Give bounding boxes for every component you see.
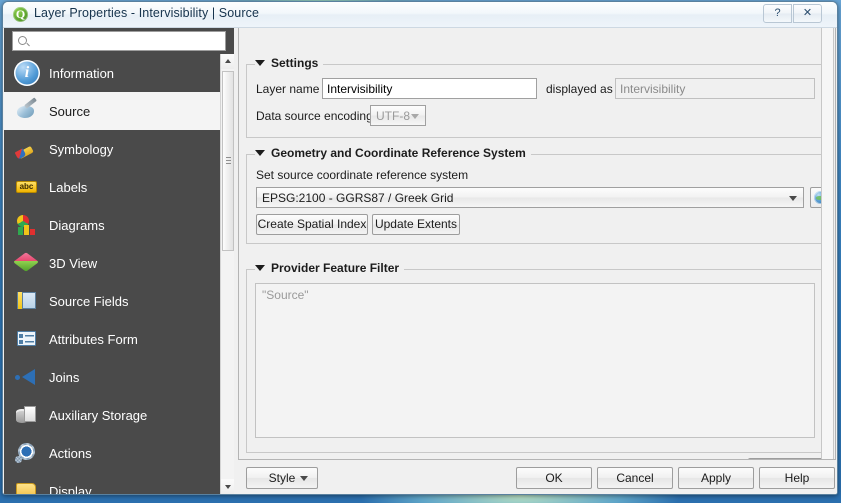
sidebar-item-label: 3D View <box>49 255 98 271</box>
apply-button[interactable]: Apply <box>678 467 754 489</box>
encoding-select[interactable]: UTF-8 <box>370 105 426 126</box>
crs-label: Set source coordinate reference system <box>256 168 469 182</box>
feature-filter-textarea[interactable]: "Source" <box>255 283 815 438</box>
cancel-button[interactable]: Cancel <box>597 467 673 489</box>
chevron-down-icon <box>789 195 797 201</box>
sidebar-item-label: Source <box>49 103 91 119</box>
source-icon <box>14 98 40 124</box>
chevron-down-icon <box>411 113 419 119</box>
information-icon <box>14 60 40 86</box>
ok-button[interactable]: OK <box>516 467 592 489</box>
3d-view-icon <box>14 250 40 276</box>
settings-group-title: Settings <box>271 56 319 70</box>
help-button[interactable]: Help <box>759 467 835 489</box>
attributes-form-icon <box>14 326 40 352</box>
sidebar-item-3d-view[interactable]: 3D View <box>4 244 220 282</box>
actions-icon <box>14 440 40 466</box>
style-button-label: Style <box>268 471 296 485</box>
sidebar-item-attributes-form[interactable]: Attributes Form <box>4 320 220 358</box>
create-spatial-index-button[interactable]: Create Spatial Index <box>256 214 368 235</box>
main-panel: Settings Layer name displayed as Data so… <box>236 28 837 494</box>
sidebar-scrollbar[interactable] <box>220 54 234 494</box>
sidebar-item-label: Actions <box>49 445 92 461</box>
search-icon <box>18 36 27 45</box>
settings-group: Settings Layer name displayed as Data so… <box>246 56 823 138</box>
geometry-group-header[interactable]: Geometry and Coordinate Reference System <box>255 146 531 160</box>
sidebar-item-symbology[interactable]: Symbology <box>4 130 220 168</box>
sidebar-item-labels[interactable]: Labels <box>4 168 220 206</box>
sidebar-item-label: Information <box>49 65 115 81</box>
settings-group-header[interactable]: Settings <box>255 56 324 70</box>
collapse-triangle-icon[interactable] <box>255 265 265 271</box>
title-help-button[interactable]: ? <box>763 4 792 23</box>
sidebar-item-display[interactable]: Display <box>4 472 220 494</box>
auxiliary-storage-icon <box>14 402 40 428</box>
sidebar-nav-list: Information Source Symbology Labels Diag… <box>4 54 220 494</box>
sidebar-item-information[interactable]: Information <box>4 54 220 92</box>
sidebar-item-label: Auxiliary Storage <box>49 407 148 423</box>
title-close-button[interactable]: ✕ <box>793 4 822 23</box>
sidebar-item-label: Symbology <box>49 141 114 157</box>
labels-icon <box>14 174 40 200</box>
properties-scroll-area: Settings Layer name displayed as Data so… <box>238 28 836 460</box>
crs-value: EPSG:2100 - GGRS87 / Greek Grid <box>262 191 454 205</box>
scroll-up-arrow-icon[interactable] <box>221 54 234 69</box>
collapse-triangle-icon[interactable] <box>255 60 265 66</box>
displayed-as-label: displayed as <box>546 82 613 96</box>
crs-select[interactable]: EPSG:2100 - GGRS87 / Greek Grid <box>256 187 804 208</box>
update-extents-button[interactable]: Update Extents <box>372 214 460 235</box>
displayed-as-field <box>615 78 815 99</box>
encoding-label: Data source encoding <box>256 109 373 123</box>
source-fields-icon <box>14 288 40 314</box>
search-input[interactable] <box>33 33 225 51</box>
sidebar-search-box[interactable] <box>12 31 226 51</box>
sidebar-item-label: Labels <box>49 179 88 195</box>
scroll-down-arrow-icon[interactable] <box>221 479 234 494</box>
sidebar-item-label: Attributes Form <box>49 331 138 347</box>
layer-name-label: Layer name <box>256 82 320 96</box>
main-panel-scrollbar[interactable] <box>821 28 834 459</box>
geometry-crs-group: Geometry and Coordinate Reference System… <box>246 146 831 244</box>
collapse-triangle-icon[interactable] <box>255 150 265 156</box>
joins-icon <box>14 364 40 390</box>
layer-name-input[interactable] <box>322 78 537 99</box>
sidebar-item-joins[interactable]: Joins <box>4 358 220 396</box>
symbology-icon <box>14 136 40 162</box>
dialog-button-bar: Style OK Cancel Apply Help <box>236 462 837 494</box>
sidebar-item-label: Joins <box>49 369 80 385</box>
title-bar: Layer Properties - Intervisibility | Sou… <box>3 2 837 28</box>
provider-feature-filter-group: Provider Feature Filter "Source" <box>246 261 823 453</box>
encoding-value: UTF-8 <box>376 109 410 123</box>
scrollbar-thumb[interactable] <box>222 71 234 251</box>
layer-properties-dialog: Layer Properties - Intervisibility | Sou… <box>2 1 838 495</box>
sidebar: Information Source Symbology Labels Diag… <box>4 28 234 494</box>
query-builder-button[interactable]: Query Builder <box>748 458 823 459</box>
sidebar-item-source-fields[interactable]: Source Fields <box>4 282 220 320</box>
sidebar-item-label: Source Fields <box>49 293 129 309</box>
sidebar-item-label: Diagrams <box>49 217 105 233</box>
diagrams-icon <box>14 212 40 238</box>
chevron-down-icon <box>300 476 308 481</box>
geometry-group-title: Geometry and Coordinate Reference System <box>271 146 526 160</box>
qgis-logo-icon <box>13 6 28 22</box>
filter-group-header[interactable]: Provider Feature Filter <box>255 261 405 275</box>
display-icon <box>14 478 40 494</box>
filter-group-title: Provider Feature Filter <box>271 261 400 275</box>
window-title: Layer Properties - Intervisibility | Sou… <box>34 6 259 20</box>
sidebar-item-label: Display <box>49 483 92 495</box>
sidebar-item-auxiliary-storage[interactable]: Auxiliary Storage <box>4 396 220 434</box>
style-button[interactable]: Style <box>246 467 318 489</box>
sidebar-item-diagrams[interactable]: Diagrams <box>4 206 220 244</box>
sidebar-item-actions[interactable]: Actions <box>4 434 220 472</box>
sidebar-item-source[interactable]: Source <box>4 92 220 130</box>
